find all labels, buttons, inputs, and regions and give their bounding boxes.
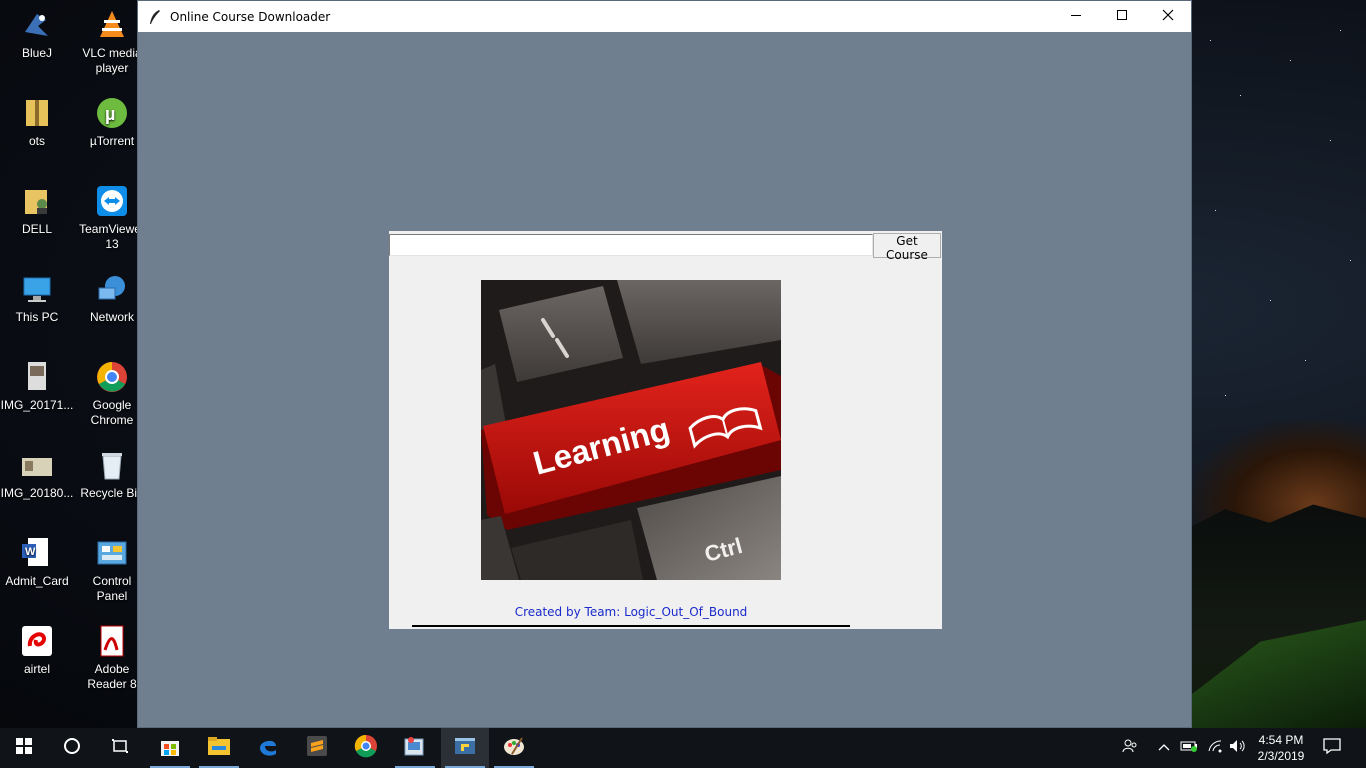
- get-course-button[interactable]: Get Course: [873, 233, 941, 262]
- wifi-button[interactable]: [1204, 728, 1226, 768]
- airtel-icon: [20, 624, 54, 658]
- chrome-icon: [95, 360, 129, 394]
- window-titlebar[interactable]: Online Course Downloader: [138, 1, 1191, 32]
- control-panel-icon: [95, 536, 129, 570]
- desktop-icon-img-2017[interactable]: IMG_20171...: [0, 360, 74, 413]
- user-folder-icon: [20, 184, 54, 218]
- desktop-icon-bluej[interactable]: BlueJ: [0, 8, 74, 61]
- image-file-icon: [20, 448, 54, 482]
- desktop-icon-airtel[interactable]: airtel: [0, 624, 74, 677]
- adobe-reader-icon: [95, 624, 129, 658]
- people-icon: [1122, 738, 1138, 759]
- desktop-icon-label: Admit_Card: [5, 574, 69, 588]
- word-document-icon: W: [20, 536, 54, 570]
- image-file-icon: [20, 360, 54, 394]
- notification-icon: [1323, 737, 1341, 759]
- desktop-icon-this-pc[interactable]: This PC: [0, 272, 74, 325]
- edge-icon: [257, 735, 279, 762]
- taskbar-store[interactable]: [146, 728, 194, 768]
- utorrent-icon: µ: [95, 96, 129, 130]
- desktop-icon-label: BlueJ: [21, 46, 53, 60]
- desktop-icon-dell[interactable]: DELL: [0, 184, 74, 237]
- battery-button[interactable]: [1178, 728, 1200, 768]
- volume-button[interactable]: [1227, 728, 1249, 768]
- computer-icon: [20, 272, 54, 306]
- desktop-icon-label: IMG_20180...: [0, 486, 74, 500]
- chevron-up-icon: [1158, 739, 1170, 757]
- task-view-icon: [111, 737, 129, 760]
- zip-folder-icon: [20, 96, 54, 130]
- course-url-input[interactable]: [389, 234, 873, 256]
- credit-divider: [412, 625, 850, 627]
- task-view-button[interactable]: [96, 728, 144, 768]
- paint-icon: [502, 734, 526, 763]
- svg-text:µ: µ: [105, 104, 115, 124]
- show-hidden-icons-button[interactable]: [1154, 728, 1174, 768]
- clock-time: 4:54 PM: [1258, 733, 1304, 747]
- chrome-icon: [354, 734, 378, 763]
- recycle-bin-icon: [95, 448, 129, 482]
- feather-icon: [148, 9, 162, 25]
- taskbar: [0, 728, 1366, 768]
- taskbar-chrome[interactable]: [342, 728, 390, 768]
- taskbar-python[interactable]: [441, 728, 489, 768]
- taskbar-photos[interactable]: [391, 728, 439, 768]
- desktop-icon-admit-card[interactable]: W Admit_Card: [0, 536, 74, 589]
- main-panel: Get Course Learning Ctrl Created by Team…: [389, 231, 942, 629]
- people-button[interactable]: [1118, 728, 1142, 768]
- network-icon: [95, 272, 129, 306]
- sublime-icon: [306, 735, 328, 762]
- cortana-icon: [63, 737, 81, 760]
- python-icon: [453, 734, 477, 763]
- cortana-button[interactable]: [48, 728, 96, 768]
- taskbar-edge[interactable]: [244, 728, 292, 768]
- svg-text:W: W: [25, 546, 36, 558]
- action-center-button[interactable]: [1312, 728, 1352, 768]
- desktop-icon-ots[interactable]: ots: [0, 96, 74, 149]
- desktop-icon-label: airtel: [23, 662, 50, 676]
- volume-icon: [1229, 739, 1247, 758]
- desktop-icon-label: IMG_20171...: [0, 398, 74, 412]
- bluej-icon: [20, 8, 54, 42]
- taskbar-file-explorer[interactable]: [195, 728, 243, 768]
- battery-icon: [1180, 739, 1198, 757]
- close-icon: [1162, 8, 1174, 26]
- taskbar-paint[interactable]: [490, 728, 538, 768]
- minimize-icon: [1070, 8, 1082, 26]
- app-window: Online Course Downloader Get Course Lear…: [137, 0, 1192, 728]
- taskbar-sublime[interactable]: [293, 728, 341, 768]
- desktop-icon-label: This PC: [15, 310, 59, 324]
- desktop-icon-img-2018[interactable]: IMG_20180...: [0, 448, 74, 501]
- store-icon: [159, 735, 181, 762]
- minimize-button[interactable]: [1053, 1, 1099, 32]
- close-button[interactable]: [1145, 1, 1191, 32]
- wifi-icon: [1207, 739, 1223, 758]
- credit-text: Created by Team: Logic_Out_Of_Bound: [514, 605, 748, 619]
- vlc-icon: [95, 8, 129, 42]
- desktop-icon-label: ots: [28, 134, 45, 148]
- maximize-icon: [1116, 8, 1128, 26]
- window-title: Online Course Downloader: [170, 9, 331, 24]
- teamviewer-icon: [95, 184, 129, 218]
- clock-date: 2/3/2019: [1257, 749, 1305, 763]
- start-icon: [16, 737, 32, 759]
- file-explorer-icon: [207, 735, 231, 762]
- photos-icon: [402, 734, 428, 763]
- desktop-icon-label: DELL: [21, 222, 53, 236]
- taskbar-clock[interactable]: 4:54 PM 2/3/2019: [1254, 732, 1308, 764]
- learning-keyboard-image: Learning Ctrl: [481, 280, 781, 580]
- maximize-button[interactable]: [1099, 1, 1145, 32]
- start-button[interactable]: [0, 728, 48, 768]
